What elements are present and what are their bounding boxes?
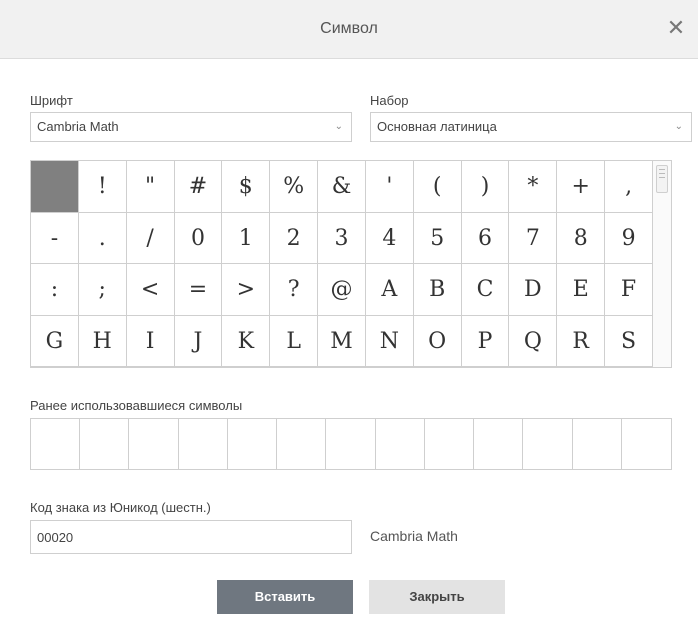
symbol-cell[interactable]: $ bbox=[222, 161, 271, 213]
symbol-cell[interactable]: * bbox=[509, 161, 558, 213]
recent-symbol-cell[interactable] bbox=[573, 419, 622, 469]
recent-symbol-cell[interactable] bbox=[80, 419, 130, 469]
symbol-cell[interactable]: Q bbox=[509, 315, 558, 367]
recent-symbol-cell[interactable] bbox=[474, 419, 524, 469]
symbol-cell[interactable]: # bbox=[174, 161, 223, 213]
symbol-cell[interactable]: . bbox=[78, 212, 127, 264]
font-select-value: Cambria Math bbox=[37, 119, 119, 134]
recent-label: Ранее использовавшиеся символы bbox=[30, 398, 243, 413]
symbol-cell[interactable]: > bbox=[222, 264, 271, 316]
recent-symbols bbox=[30, 418, 672, 470]
symbol-cell[interactable]: S bbox=[605, 315, 653, 367]
symbol-cell[interactable]: " bbox=[126, 161, 175, 213]
close-button[interactable]: Закрыть bbox=[369, 580, 505, 614]
symbol-cell[interactable]: 9 bbox=[605, 212, 653, 264]
symbol-cell[interactable]: 7 bbox=[509, 212, 558, 264]
set-select[interactable]: Основная латиница ⌄ bbox=[370, 112, 692, 142]
dialog-titlebar: Символ ✕ bbox=[0, 0, 698, 59]
symbol-cell[interactable]: ' bbox=[365, 161, 414, 213]
symbol-cell[interactable]: E bbox=[557, 264, 606, 316]
recent-symbol-cell[interactable] bbox=[376, 419, 425, 469]
symbol-cell[interactable]: N bbox=[365, 315, 414, 367]
symbol-cell[interactable]: K bbox=[222, 315, 271, 367]
symbol-cell[interactable]: F bbox=[605, 264, 653, 316]
close-icon[interactable]: ✕ bbox=[662, 14, 690, 42]
symbol-cell[interactable]: ) bbox=[461, 161, 510, 213]
set-select-value: Основная латиница bbox=[377, 119, 497, 134]
symbol-cell[interactable]: R bbox=[557, 315, 606, 367]
symbol-cell[interactable]: = bbox=[174, 264, 223, 316]
font-label: Шрифт bbox=[30, 93, 73, 108]
symbol-grid-scrollbar[interactable] bbox=[652, 161, 671, 367]
symbol-cell[interactable]: 3 bbox=[318, 212, 366, 264]
symbol-cell[interactable]: ( bbox=[413, 161, 462, 213]
symbol-cell[interactable]: I bbox=[126, 315, 175, 367]
symbol-cell[interactable]: 6 bbox=[461, 212, 510, 264]
symbol-cell[interactable]: G bbox=[31, 315, 79, 367]
chevron-down-icon: ⌄ bbox=[674, 121, 683, 132]
symbol-cell[interactable]: & bbox=[318, 161, 366, 213]
set-label: Набор bbox=[370, 93, 409, 108]
symbol-cell[interactable]: - bbox=[31, 212, 79, 264]
symbol-cell[interactable]: : bbox=[31, 264, 79, 316]
insert-button[interactable]: Вставить bbox=[217, 580, 353, 614]
symbol-cell[interactable]: D bbox=[509, 264, 558, 316]
symbol-cell[interactable]: 2 bbox=[270, 212, 319, 264]
symbol-cell[interactable]: ? bbox=[270, 264, 319, 316]
symbol-cell[interactable]: M bbox=[318, 315, 366, 367]
symbol-cell[interactable]: % bbox=[270, 161, 319, 213]
symbol-cell[interactable]: 8 bbox=[557, 212, 606, 264]
symbol-cell[interactable]: O bbox=[413, 315, 462, 367]
recent-symbol-cell[interactable] bbox=[622, 419, 671, 469]
font-select[interactable]: Cambria Math ⌄ bbox=[30, 112, 352, 142]
symbol-cell[interactable]: @ bbox=[318, 264, 366, 316]
dialog-title: Символ bbox=[320, 20, 378, 37]
recent-symbol-cell[interactable] bbox=[523, 419, 573, 469]
symbol-cell[interactable]: H bbox=[78, 315, 127, 367]
unicode-font-name: Cambria Math bbox=[370, 528, 458, 544]
symbol-cell[interactable]: < bbox=[126, 264, 175, 316]
symbol-cell[interactable]: + bbox=[557, 161, 606, 213]
symbol-cell[interactable]: ! bbox=[78, 161, 127, 213]
unicode-code-input[interactable] bbox=[30, 520, 352, 554]
symbol-cell[interactable]: / bbox=[126, 212, 175, 264]
recent-symbol-cell[interactable] bbox=[31, 419, 81, 469]
symbol-dialog: Символ ✕ Шрифт Cambria Math ⌄ Набор Осно… bbox=[0, 0, 698, 622]
recent-symbol-cell[interactable] bbox=[326, 419, 376, 469]
symbol-cell[interactable]: L bbox=[270, 315, 319, 367]
symbol-cell[interactable]: 5 bbox=[413, 212, 462, 264]
recent-symbol-cell[interactable] bbox=[425, 419, 475, 469]
symbol-cell[interactable]: A bbox=[365, 264, 414, 316]
symbol-cell[interactable]: , bbox=[605, 161, 653, 213]
symbol-cells: ! " # $% & '() * +, -./0 1 2 3 4 5 6 7 8 9:; < = >? @ A B C D E F G H… bbox=[31, 161, 653, 367]
symbol-cell[interactable]: ; bbox=[78, 264, 127, 316]
symbol-cell[interactable]: P bbox=[461, 315, 510, 367]
scrollbar-thumb[interactable] bbox=[656, 165, 668, 193]
unicode-label: Код знака из Юникод (шестн.) bbox=[30, 500, 211, 515]
recent-symbol-cell[interactable] bbox=[179, 419, 228, 469]
chevron-down-icon: ⌄ bbox=[334, 121, 343, 132]
recent-symbol-cell[interactable] bbox=[129, 419, 179, 469]
symbol-cell[interactable] bbox=[31, 161, 79, 213]
symbol-cell[interactable]: 0 bbox=[174, 212, 223, 264]
symbol-cell[interactable]: 1 bbox=[222, 212, 271, 264]
recent-symbol-cell[interactable] bbox=[277, 419, 327, 469]
symbol-cell[interactable]: C bbox=[461, 264, 510, 316]
symbol-cell[interactable]: B bbox=[413, 264, 462, 316]
symbol-cell[interactable]: J bbox=[174, 315, 223, 367]
recent-symbol-cell[interactable] bbox=[228, 419, 278, 469]
symbol-grid: ! " # $% & '() * +, -./0 1 2 3 4 5 6 7 8 9:; < = >? @ A B C D E F G H… bbox=[30, 160, 672, 368]
symbol-cell[interactable]: 4 bbox=[365, 212, 414, 264]
